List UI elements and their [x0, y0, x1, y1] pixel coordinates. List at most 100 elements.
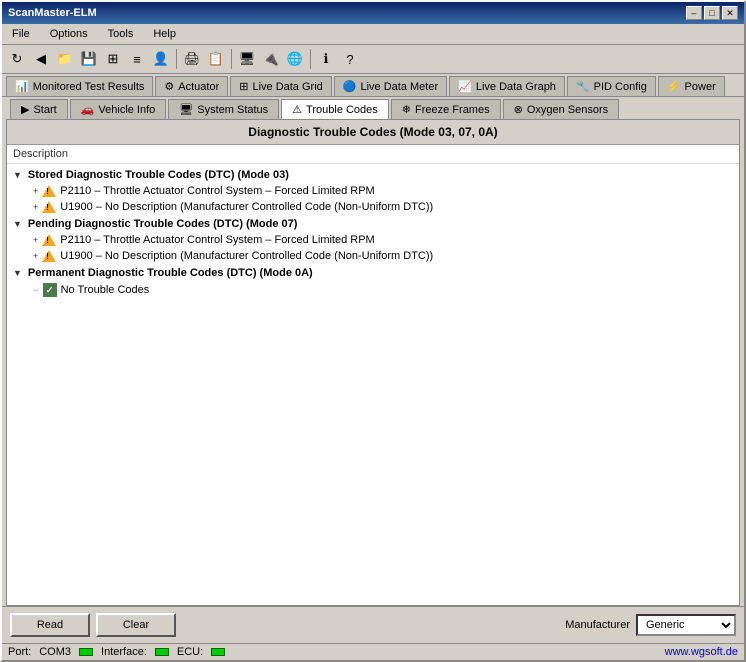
- grid-icon: ⊞: [239, 80, 248, 93]
- tab-pid-config-label: PID Config: [594, 81, 647, 93]
- power-icon: ⚡: [667, 80, 681, 93]
- toolbar-copy[interactable]: 📋: [205, 48, 227, 70]
- stored-dtc-group: ▼ Stored Diagnostic Trouble Codes (DTC) …: [9, 167, 737, 215]
- content-title: Diagnostic Trouble Codes (Mode 03, 07, 0…: [7, 120, 739, 145]
- sensor-icon: ⊗: [514, 103, 523, 116]
- menu-file[interactable]: File: [6, 26, 36, 42]
- tab-power-label: Power: [685, 81, 716, 93]
- warning-triangle-icon-2: [42, 201, 56, 213]
- tab-trouble-codes-label: Trouble Codes: [306, 104, 378, 116]
- tab-system-status[interactable]: 🖥 System Status: [168, 99, 279, 119]
- toolbar-save[interactable]: 💾: [78, 48, 100, 70]
- tree-view: ▼ Stored Diagnostic Trouble Codes (DTC) …: [7, 164, 739, 605]
- toolbar-monitor[interactable]: 🖥: [236, 48, 258, 70]
- warning-icon: ⚠: [292, 103, 302, 116]
- p2110-2-label: P2110 – Throttle Actuator Control System…: [60, 234, 374, 246]
- list-item[interactable]: + U1900 – No Description (Manufacturer C…: [29, 248, 737, 264]
- close-button[interactable]: ✕: [722, 6, 738, 20]
- meter-icon: 🔵: [343, 80, 357, 93]
- warning-triangle-icon-4: [42, 250, 56, 262]
- warning-triangle-icon-3: [42, 234, 56, 246]
- tab-pid-config[interactable]: 🔧 PID Config: [567, 76, 656, 96]
- permanent-dtc-children: •• ✓ No Trouble Codes: [29, 281, 737, 299]
- tab-oxygen-sensors[interactable]: ⊗ Oxygen Sensors: [503, 99, 620, 119]
- menu-tools[interactable]: Tools: [102, 26, 140, 42]
- toolbar-open[interactable]: 📁: [54, 48, 76, 70]
- pending-dtc-label: Pending Diagnostic Trouble Codes (DTC) (…: [28, 218, 298, 230]
- menu-options[interactable]: Options: [44, 26, 94, 42]
- toolbar-connect[interactable]: 🔌: [260, 48, 282, 70]
- gear-icon: ⚙: [164, 80, 174, 93]
- toolbar-separator-3: [310, 49, 311, 69]
- no-trouble-label: No Trouble Codes: [61, 284, 150, 296]
- toolbar-back[interactable]: ◀: [30, 48, 52, 70]
- permanent-collapse-icon: ▼: [13, 268, 22, 278]
- main-content-panel: Diagnostic Trouble Codes (Mode 03, 07, 0…: [6, 120, 740, 606]
- clear-button[interactable]: Clear: [96, 613, 176, 637]
- stored-dtc-children: + P2110 – Throttle Actuator Control Syst…: [29, 183, 737, 215]
- warning-triangle-icon: [42, 185, 56, 197]
- stored-dtc-label: Stored Diagnostic Trouble Codes (DTC) (M…: [28, 169, 289, 181]
- tab-actuator[interactable]: ⚙ Actuator: [155, 76, 228, 96]
- read-button[interactable]: Read: [10, 613, 90, 637]
- menu-help[interactable]: Help: [147, 26, 182, 42]
- no-trouble-dot: ••: [33, 286, 39, 295]
- graph-icon: 📈: [458, 80, 472, 93]
- pending-dtc-children: + P2110 – Throttle Actuator Control Syst…: [29, 232, 737, 264]
- toolbar-info[interactable]: ℹ: [315, 48, 337, 70]
- toolbar-print[interactable]: 🖨: [181, 48, 203, 70]
- ecu-led: [211, 648, 225, 656]
- toolbar-grid[interactable]: ⊞: [102, 48, 124, 70]
- list-item[interactable]: + P2110 – Throttle Actuator Control Syst…: [29, 232, 737, 248]
- website-link: www.wgsoft.de: [665, 646, 738, 658]
- toolbar-separator-2: [231, 49, 232, 69]
- list-item[interactable]: + U1900 – No Description (Manufacturer C…: [29, 199, 737, 215]
- car-icon: 🚗: [81, 103, 95, 116]
- minimize-button[interactable]: –: [686, 6, 702, 20]
- p2110-expand-icon: +: [33, 186, 38, 196]
- interface-label: Interface:: [101, 646, 147, 658]
- tab-live-data-meter[interactable]: 🔵 Live Data Meter: [334, 76, 447, 96]
- interface-led: [155, 648, 169, 656]
- tab-vehicle-info[interactable]: 🚗 Vehicle Info: [70, 99, 167, 119]
- tab-trouble-codes[interactable]: ⚠ Trouble Codes: [281, 99, 389, 119]
- app-title: ScanMaster-ELM: [8, 7, 97, 19]
- stored-dtc-header[interactable]: ▼ Stored Diagnostic Trouble Codes (DTC) …: [9, 167, 737, 183]
- port-led: [79, 648, 93, 656]
- window-controls: – □ ✕: [686, 6, 738, 20]
- toolbar-globe[interactable]: 🌐: [284, 48, 306, 70]
- tab-monitored-results-label: Monitored Test Results: [33, 81, 145, 93]
- toolbar-list[interactable]: ≡: [126, 48, 148, 70]
- toolbar-help[interactable]: ?: [339, 48, 361, 70]
- menu-bar: File Options Tools Help: [2, 24, 744, 45]
- u1900-2-expand-icon: +: [33, 251, 38, 261]
- tab-system-status-label: System Status: [197, 104, 268, 116]
- tab-start[interactable]: ▶ Start: [10, 99, 68, 119]
- tab-freeze-frames[interactable]: ❄ Freeze Frames: [391, 99, 501, 119]
- tab-live-data-graph-label: Live Data Graph: [476, 81, 556, 93]
- u1900-label: U1900 – No Description (Manufacturer Con…: [60, 201, 433, 213]
- toolbar-refresh[interactable]: ↻: [6, 48, 28, 70]
- toolbar-user[interactable]: 👤: [150, 48, 172, 70]
- tab-monitored-results[interactable]: 📊 Monitored Test Results: [6, 76, 153, 96]
- pending-dtc-group: ▼ Pending Diagnostic Trouble Codes (DTC)…: [9, 216, 737, 264]
- u1900-expand-icon: +: [33, 202, 38, 212]
- permanent-dtc-header[interactable]: ▼ Permanent Diagnostic Trouble Codes (DT…: [9, 265, 737, 281]
- list-item[interactable]: + P2110 – Throttle Actuator Control Syst…: [29, 183, 737, 199]
- tab-power[interactable]: ⚡ Power: [658, 76, 725, 96]
- tab-start-label: Start: [33, 104, 56, 116]
- list-item[interactable]: •• ✓ No Trouble Codes: [29, 281, 737, 299]
- manufacturer-select[interactable]: Generic Ford GM Toyota Honda BMW: [636, 614, 736, 636]
- tab-live-data-graph[interactable]: 📈 Live Data Graph: [449, 76, 565, 96]
- freeze-icon: ❄: [402, 103, 411, 116]
- pending-dtc-header[interactable]: ▼ Pending Diagnostic Trouble Codes (DTC)…: [9, 216, 737, 232]
- tab-live-data-grid-label: Live Data Grid: [252, 81, 322, 93]
- maximize-button[interactable]: □: [704, 6, 720, 20]
- u1900-2-label: U1900 – No Description (Manufacturer Con…: [60, 250, 433, 262]
- tab-freeze-frames-label: Freeze Frames: [415, 104, 490, 116]
- tab-vehicle-info-label: Vehicle Info: [98, 104, 155, 116]
- tab-live-data-grid[interactable]: ⊞ Live Data Grid: [230, 76, 332, 96]
- pid-icon: 🔧: [576, 80, 590, 93]
- p2110-label: P2110 – Throttle Actuator Control System…: [60, 185, 374, 197]
- ecu-label: ECU:: [177, 646, 203, 658]
